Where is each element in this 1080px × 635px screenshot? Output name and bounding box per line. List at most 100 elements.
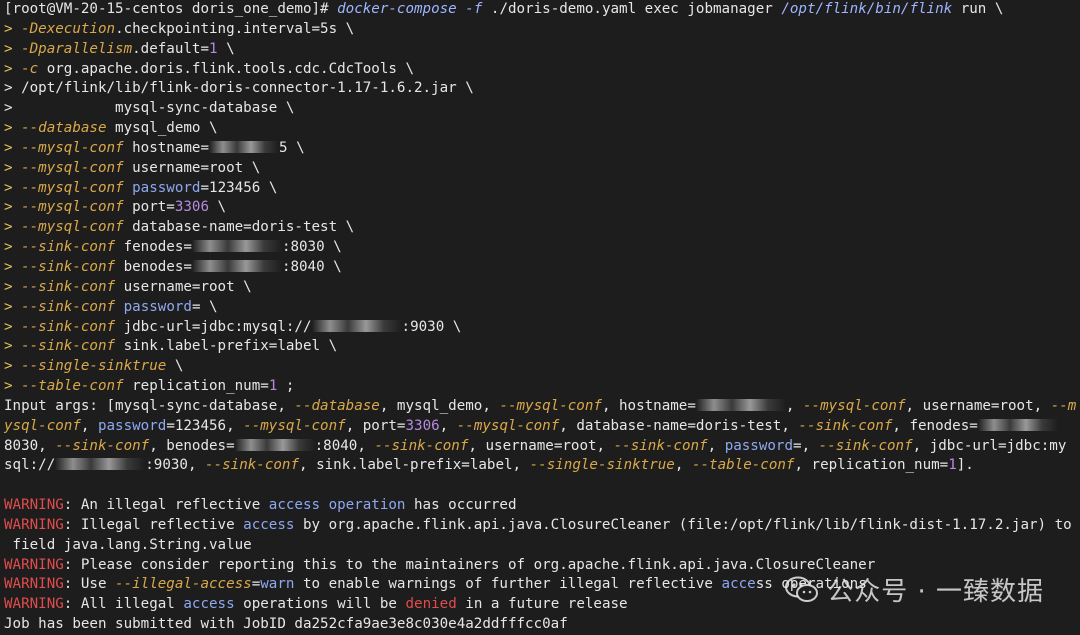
terminal-text: :8040, bbox=[314, 437, 375, 454]
terminal-line: > --sink-conf fenodes=:8030 \ bbox=[4, 238, 1080, 258]
terminal-line: sql://:9030, --sink-conf, sink.label-pre… bbox=[4, 456, 1080, 476]
redacted-text bbox=[191, 240, 282, 253]
redacted-text bbox=[695, 398, 786, 411]
terminal-text: 3306 bbox=[405, 417, 440, 434]
terminal-text: , bbox=[707, 437, 725, 454]
terminal-text: -Dparallelism bbox=[21, 40, 133, 57]
terminal-line: [root@VM-20-15-centos doris_one_demo]# d… bbox=[4, 0, 1080, 20]
terminal-text: /opt/flink/bin/flink bbox=[781, 1, 953, 17]
terminal-text: , database-name=doris-test, bbox=[559, 417, 799, 434]
terminal-text: :9030, bbox=[145, 457, 206, 474]
terminal-text: 8030, bbox=[4, 437, 56, 454]
terminal-text: --mysql-conf bbox=[21, 199, 124, 216]
terminal-text: --mysql-conf bbox=[21, 139, 124, 156]
terminal-line: > --sink-conf jdbc-url=jdbc:mysql://:903… bbox=[4, 318, 1080, 338]
terminal-text: sql:// bbox=[4, 457, 56, 474]
terminal-text: --mysql-conf bbox=[21, 179, 124, 196]
watermark: 公众号 · 一臻数据 bbox=[785, 571, 1044, 608]
redacted-text bbox=[311, 319, 402, 332]
terminal-text: WARNING bbox=[4, 497, 64, 514]
terminal-text: --table-conf bbox=[691, 457, 795, 474]
terminal-text: : Illegal reflective bbox=[63, 516, 244, 533]
terminal-text: ; bbox=[277, 378, 295, 395]
terminal-text: run \ bbox=[952, 1, 1004, 17]
terminal-text: > bbox=[4, 60, 22, 77]
terminal-text: has occurred bbox=[405, 497, 517, 514]
terminal-text: mysql_demo \ bbox=[106, 120, 218, 137]
terminal-text: password bbox=[724, 437, 794, 454]
terminal-line: > -Dparallelism.default=1 \ bbox=[4, 40, 1080, 60]
terminal-text: > bbox=[4, 378, 22, 395]
terminal-line: field java.lang.String.value bbox=[4, 536, 1080, 556]
terminal-text: ]. bbox=[956, 457, 974, 474]
terminal-text: , bbox=[674, 457, 692, 474]
terminal-text: ./doris-demo.yaml exec jobmanager bbox=[482, 1, 782, 17]
terminal-text: > bbox=[4, 20, 22, 37]
terminal-text: : An illegal reflective bbox=[63, 497, 269, 514]
terminal-text: > bbox=[4, 278, 22, 295]
terminal-text: =, bbox=[793, 437, 819, 454]
terminal-text: > bbox=[4, 239, 22, 256]
redacted-text bbox=[209, 140, 280, 153]
terminal-text: > bbox=[4, 40, 22, 57]
terminal-text: --sink-conf bbox=[21, 258, 116, 275]
terminal-text: to enable warnings of further illegal re… bbox=[294, 576, 722, 593]
terminal-text: database-name=doris-test \ bbox=[123, 219, 355, 236]
terminal-text: --sink-conf bbox=[613, 437, 708, 454]
terminal-text: \ bbox=[217, 40, 235, 57]
terminal-text: field java.lang.String.value bbox=[4, 536, 252, 553]
terminal-text: , username=root, bbox=[468, 437, 614, 454]
terminal-text: > mysql-sync-database \ bbox=[4, 100, 295, 117]
terminal-text: > bbox=[4, 358, 22, 375]
terminal-line: Job has been submitted with JobID da252c… bbox=[4, 615, 1080, 635]
terminal-line: > --mysql-conf password=123456 \ bbox=[4, 179, 1080, 199]
terminal-text: access bbox=[243, 516, 295, 533]
terminal-line: > --mysql-conf hostname= 5 \ bbox=[4, 139, 1080, 159]
terminal-line: > --sink-conf password= \ bbox=[4, 298, 1080, 318]
terminal-text: -c bbox=[21, 60, 39, 77]
terminal-text: --sink-conf bbox=[374, 437, 469, 454]
terminal-text: ysql-conf bbox=[4, 417, 81, 434]
terminal-text: --mysql-conf bbox=[21, 159, 124, 176]
terminal-text: password bbox=[132, 179, 201, 196]
terminal-text: hostname= bbox=[123, 139, 210, 156]
terminal-text: .checkpointing.interval=5s \ bbox=[115, 20, 355, 37]
terminal-text: fenodes= bbox=[115, 239, 192, 256]
terminal-line: > --sink-conf benodes=:8040 \ bbox=[4, 258, 1080, 278]
terminal-text: > bbox=[4, 159, 22, 176]
terminal-text: \ bbox=[209, 199, 227, 216]
terminal-text: password bbox=[123, 298, 192, 315]
terminal-text: --database bbox=[21, 120, 107, 137]
terminal-text: > bbox=[4, 258, 22, 275]
terminal-line: > --sink-conf sink.label-prefix=label \ bbox=[4, 337, 1080, 357]
terminal-text: WARNING bbox=[4, 576, 64, 593]
terminal-text: benodes= bbox=[115, 258, 192, 275]
terminal-text: :8030 \ bbox=[281, 239, 342, 256]
terminal-text: , fenodes= bbox=[892, 417, 978, 434]
terminal-text: --m bbox=[1050, 397, 1077, 414]
terminal-text: warn bbox=[260, 576, 295, 593]
terminal-text: , port= bbox=[345, 417, 406, 434]
terminal-text: = bbox=[251, 576, 261, 593]
terminal-text: --single-sinktrue bbox=[529, 457, 675, 474]
terminal-text: access bbox=[183, 596, 235, 613]
terminal-text: \ bbox=[166, 358, 184, 375]
terminal-text: : Use bbox=[63, 576, 116, 593]
redacted-text bbox=[191, 259, 282, 272]
terminal-text: Job has been submitted with JobID da252c… bbox=[4, 616, 568, 633]
terminal-text: -f bbox=[465, 1, 483, 17]
wechat-icon bbox=[785, 576, 819, 604]
terminal-text: --sink-conf bbox=[21, 318, 116, 335]
terminal-line: ysql-conf, password=123456, --mysql-conf… bbox=[4, 417, 1080, 437]
terminal-text: --sink-conf bbox=[818, 437, 913, 454]
terminal-text: WARNING bbox=[4, 556, 64, 573]
terminal-text: > bbox=[4, 298, 22, 315]
terminal-text: acce bbox=[721, 576, 756, 593]
terminal-text: --mysql-conf bbox=[21, 219, 124, 236]
terminal-text: --mysql-conf bbox=[456, 417, 560, 434]
terminal-text: :9030 \ bbox=[401, 318, 462, 335]
terminal-text: 3306 bbox=[174, 199, 210, 216]
